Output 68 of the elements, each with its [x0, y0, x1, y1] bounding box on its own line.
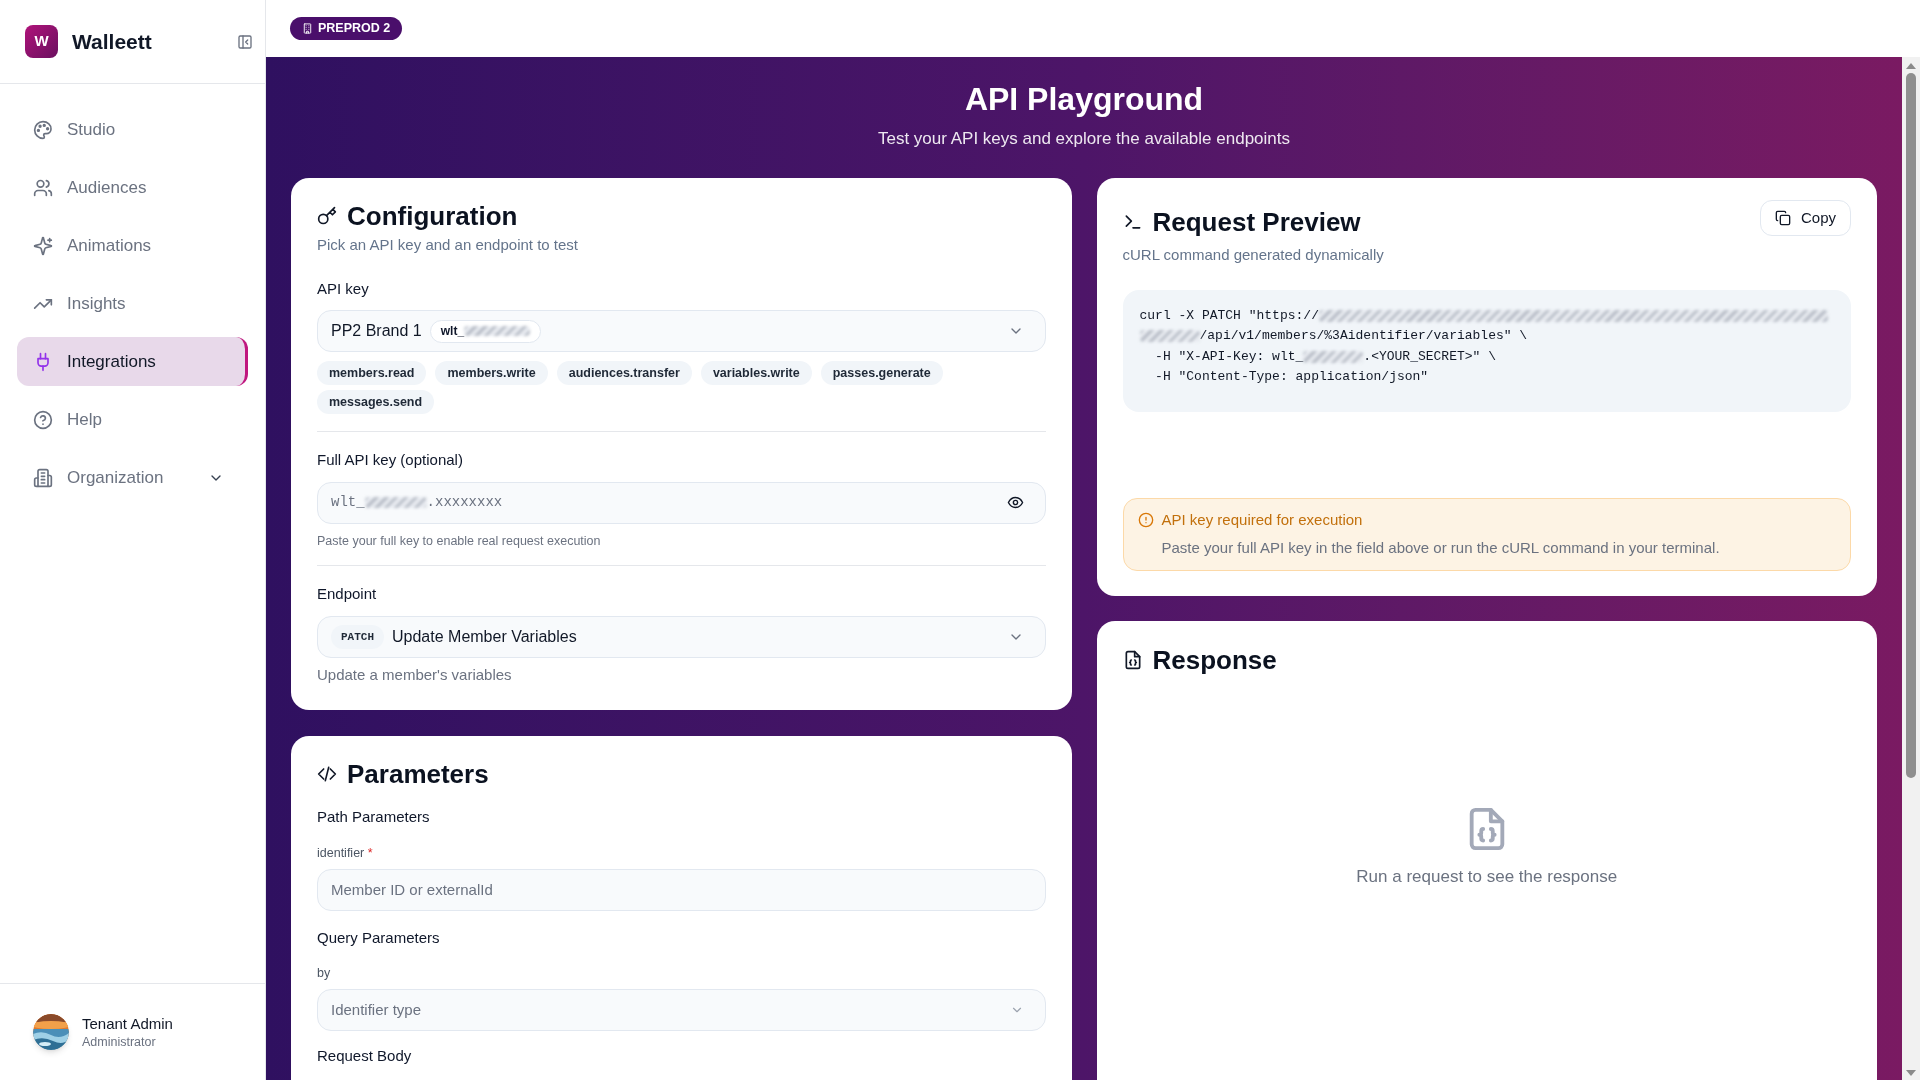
nav-item[interactable]: Audiences: [17, 163, 248, 212]
page-title: API Playground: [963, 80, 1205, 119]
code-line: .<YOUR_SECRET>" \: [1363, 347, 1496, 366]
environment-badge: PREPROD 2: [290, 17, 403, 40]
users-icon: [33, 177, 53, 198]
section-heading: Query Parameters: [317, 927, 441, 948]
empty-message: Run a request to see the response: [1356, 865, 1618, 888]
code-line: -H "Content-Type: application/json": [1154, 368, 1429, 386]
identifier-type-select[interactable]: Identifier type: [317, 988, 1046, 1031]
scope-tag: members.read: [317, 361, 427, 385]
card-title: Configuration: [347, 200, 518, 232]
nav-item[interactable]: Animations: [17, 221, 248, 270]
page-subtitle: Test your API keys and explore the available endpoints: [876, 128, 1291, 150]
card-subtitle: Pick an API key and an endpoint to test: [317, 235, 579, 255]
field-label: Full API key (optional): [317, 450, 464, 470]
scope-tag: members.write: [435, 361, 548, 385]
nav-item[interactable]: Integrations: [17, 337, 248, 386]
building-icon: [302, 23, 313, 34]
required-mark: *: [367, 845, 373, 860]
code-line: curl -X PATCH "https://: [1139, 306, 1319, 325]
field-label: by: [317, 965, 332, 982]
alert-icon: [1137, 511, 1154, 528]
nav-item[interactable]: Insights: [17, 279, 248, 328]
card-title: Response: [1152, 643, 1277, 676]
code-line: /api/v1/members/%3Aidentifier/variables" \: [1199, 327, 1528, 345]
sidebar-toggle-icon[interactable]: [237, 33, 253, 50]
section-heading: Request Body: [317, 1045, 413, 1066]
field-label: identifier *: [317, 844, 374, 862]
key-prefix-chip: wlt_: [429, 319, 542, 343]
app-name: Walleett: [72, 28, 153, 55]
field-hint: Paste your full key to enable real request execution: [317, 532, 602, 550]
key-icon: [317, 206, 337, 226]
logo: W: [25, 25, 58, 58]
api-key-input[interactable]: wlt_ .xxxxxxxx: [317, 481, 1046, 524]
redaction-blur: [1139, 330, 1200, 343]
card-subtitle: cURL command generated dynamically: [1122, 245, 1385, 265]
scope-tag: messages.send: [317, 390, 435, 414]
scope-tag: passes.generate: [820, 361, 943, 385]
copy-button[interactable]: Copy: [1759, 200, 1851, 236]
redaction-blur: [464, 326, 531, 336]
user-role: Administrator: [82, 1034, 157, 1050]
nav-item[interactable]: Studio: [17, 105, 248, 154]
nav-item[interactable]: Help: [17, 395, 248, 444]
redaction-blur: [1303, 350, 1364, 363]
copy-icon: [1774, 210, 1791, 226]
help-icon: [33, 409, 53, 430]
user-name: Tenant Admin: [82, 1014, 173, 1034]
method-badge: PATCH: [331, 624, 384, 649]
field-label: API key: [317, 278, 370, 299]
eye-icon[interactable]: [1006, 494, 1024, 511]
card-title: Parameters: [347, 758, 489, 791]
section-heading: Path Parameters: [317, 807, 431, 828]
card-title: Request Preview: [1152, 206, 1361, 238]
identifier-input[interactable]: Member ID or externalId: [317, 868, 1046, 911]
sparkles-icon: [33, 235, 53, 256]
redaction-blur: [364, 497, 427, 508]
scope-tag: variables.write: [700, 361, 812, 385]
warning-title: API key required for execution: [1161, 509, 1363, 530]
endpoint-description: Update a member's variables: [317, 664, 513, 685]
code-line: -H "X-API-Key: wlt_: [1154, 347, 1304, 366]
nav-item[interactable]: Organization: [17, 453, 248, 502]
warning-message: Paste your full API key in the field above or run the cURL command in your terminal.: [1161, 538, 1721, 558]
api-key-select[interactable]: PP2 Brand 1 wlt_: [317, 310, 1046, 352]
building-icon: [33, 467, 53, 488]
endpoint-select[interactable]: PATCH Update Member Variables: [317, 615, 1046, 658]
field-label: Endpoint: [317, 584, 378, 605]
palette-icon: [33, 119, 53, 140]
scope-tag: audiences.transfer: [556, 361, 692, 385]
